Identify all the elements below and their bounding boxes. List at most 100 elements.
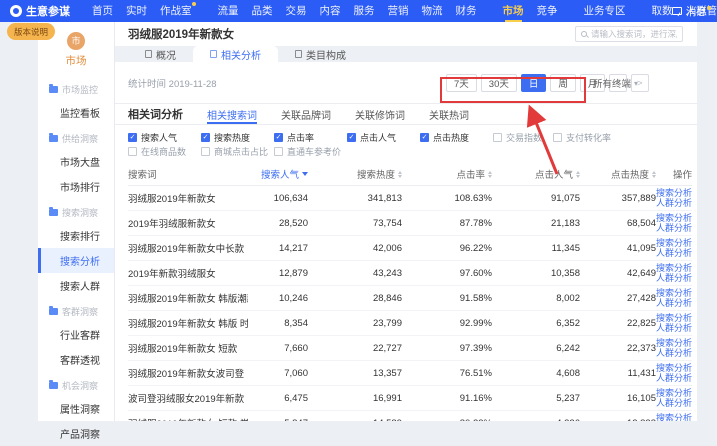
metric-r1-3[interactable]: ✓点击人气 (347, 131, 420, 144)
column-header-4[interactable]: 点击人气 (492, 167, 580, 181)
action-link-1[interactable]: 人群分析 (656, 248, 692, 258)
version-badge[interactable]: 版本说明 (7, 23, 55, 40)
filter-row: 统计时间 2019-11-28 7天30天日周月<> 所有终端 ▾ (115, 62, 697, 104)
nav-item-10[interactable]: 物流 (422, 0, 443, 22)
metric-r1-6[interactable]: 支付转化率 (553, 131, 626, 144)
action-link-0[interactable]: 搜索分析 (656, 213, 692, 223)
action-link-0[interactable]: 搜索分析 (656, 388, 692, 398)
column-header-2[interactable]: 搜索热度 (308, 167, 402, 181)
action-link-0[interactable]: 搜索分析 (656, 338, 692, 348)
table-row-0: 羽绒服2019年新款女106,634341,813108.63%91,07535… (128, 186, 692, 211)
nav-item-1[interactable]: 实时 (126, 0, 147, 22)
cell-actions: 搜索分析人群分析 (656, 263, 692, 284)
metric-row-2: 在线商品数商城点击占比直通车参考价 (128, 144, 684, 158)
sidebar-item-1-1[interactable]: 市场排行 (38, 174, 114, 199)
nav-item-16[interactable]: 业务专区 (584, 0, 626, 22)
nav-item-4[interactable]: 流量 (218, 0, 239, 22)
action-link-1[interactable]: 人群分析 (656, 273, 692, 283)
sidebar-item-3-1[interactable]: 客群透视 (38, 347, 114, 372)
cell-actions: 搜索分析人群分析 (656, 313, 692, 334)
nav-item-8[interactable]: 服务 (354, 0, 375, 22)
tab-0[interactable]: 概况 (128, 46, 193, 62)
nav-item-6[interactable]: 交易 (286, 0, 307, 22)
nav-item-13[interactable]: 市场 (503, 0, 524, 22)
metric-label: 支付转化率 (566, 131, 611, 144)
sidebar-item-3-0[interactable]: 行业客群 (38, 322, 114, 347)
action-link-1[interactable]: 人群分析 (656, 398, 692, 408)
action-link-0[interactable]: 搜索分析 (656, 263, 692, 273)
messages-button[interactable]: 消息 (672, 4, 707, 19)
sidebar-item-4-0[interactable]: 属性洞察 (38, 396, 114, 421)
nav-item-5[interactable]: 品类 (252, 0, 273, 22)
action-link-1[interactable]: 人群分析 (656, 198, 692, 208)
action-link-1[interactable]: 人群分析 (656, 223, 692, 233)
metric-r1-2[interactable]: ✓点击率 (274, 131, 347, 144)
column-header-1[interactable]: 搜索人气 (248, 167, 308, 181)
sidebar-item-2-1[interactable]: 搜索分析 (38, 248, 114, 273)
nav-item-0[interactable]: 首页 (92, 0, 113, 22)
nav-item-11[interactable]: 财务 (456, 0, 477, 22)
sidebar-item-4-1[interactable]: 产品洞察 (38, 421, 114, 446)
subtab-2[interactable]: 关联修饰词 (355, 104, 405, 124)
tab-2[interactable]: 类目构成 (278, 46, 363, 62)
cell-term: 羽绒服2019年新款女波司登 (128, 366, 248, 380)
nav-item-2[interactable]: 作战室 (160, 0, 192, 22)
nav-item-14[interactable]: 竞争 (537, 0, 558, 22)
subtab-1[interactable]: 关联品牌词 (281, 104, 331, 124)
metric-r2-0[interactable]: 在线商品数 (128, 145, 201, 158)
action-link-0[interactable]: 搜索分析 (656, 363, 692, 373)
action-link-1[interactable]: 人群分析 (656, 323, 692, 333)
quick-range-1[interactable]: 30天 (481, 74, 517, 92)
column-header-3[interactable]: 点击率 (402, 167, 492, 181)
page-title: 羽绒服2019年新款女 (128, 26, 234, 42)
metric-r1-4[interactable]: ✓点击热度 (420, 131, 493, 144)
cell-actions: 搜索分析人群分析 (656, 363, 692, 384)
cell-ctr: 87.78% (402, 218, 492, 229)
sidebar-item-2-2[interactable]: 搜索人群 (38, 273, 114, 298)
nav-item-7[interactable]: 内容 (320, 0, 341, 22)
sidebar-item-1-0[interactable]: 市场大盘 (38, 149, 114, 174)
topnav-items: 首页实时作战室流量品类交易内容服务营销物流财务市场竞争业务专区取数人群管理学院 (92, 0, 662, 22)
document-icon (295, 50, 302, 58)
action-link-0[interactable]: 搜索分析 (656, 188, 692, 198)
metric-r2-1[interactable]: 商城点击占比 (201, 145, 274, 158)
page-header: 羽绒服2019年新款女 请输入搜索词，进行深度分析 (115, 22, 697, 46)
subtab-3[interactable]: 关联热词 (429, 104, 469, 124)
app-logo[interactable]: 生意参谋 (10, 3, 70, 19)
metric-r1-0[interactable]: ✓搜索人气 (128, 131, 201, 144)
metric-label: 点击热度 (433, 131, 469, 144)
table-row-8: 波司登羽绒服女2019年新款6,47516,99191.16%5,23716,1… (128, 386, 692, 411)
column-header-0[interactable]: 搜索词 (128, 167, 248, 181)
action-link-1[interactable]: 人群分析 (656, 373, 692, 383)
subtab-0[interactable]: 相关搜索词 (207, 104, 257, 124)
sidebar-item-2-0[interactable]: 搜索排行 (38, 223, 114, 248)
metric-checkboxes: ✓搜索人气✓搜索热度✓点击率✓点击人气✓点击热度交易指数 支付转化率 在线商品数商… (115, 125, 697, 161)
column-header-6[interactable]: 操作 (656, 167, 692, 181)
sidebar-item-0-0[interactable]: 监控看板 (38, 100, 114, 125)
nav-item-18[interactable]: 取数 (652, 0, 673, 22)
column-header-5[interactable]: 点击热度 (580, 167, 656, 181)
granularity-0[interactable]: 日 (521, 74, 547, 92)
action-link-1[interactable]: 人群分析 (656, 348, 692, 358)
granularity-1[interactable]: 周 (550, 74, 576, 92)
metric-label: 交易指数 (506, 131, 542, 144)
cell-click_popularity: 6,242 (492, 343, 580, 354)
metric-r1-5[interactable]: 交易指数 (493, 131, 553, 144)
action-link-0[interactable]: 搜索分析 (656, 288, 692, 298)
metric-r2-2[interactable]: 直通车参考价 (274, 145, 347, 158)
metric-r1-1[interactable]: ✓搜索热度 (201, 131, 274, 144)
sidebar-group-0: 市场监控 (38, 76, 114, 100)
table-row-1: 2019年羽绒服新款女28,52073,75487.78%21,18368,50… (128, 211, 692, 236)
search-input[interactable]: 请输入搜索词，进行深度分析 (575, 26, 683, 42)
column-header-label: 操作 (673, 167, 692, 181)
quick-range-0[interactable]: 7天 (446, 74, 477, 92)
action-link-0[interactable]: 搜索分析 (656, 313, 692, 323)
terminal-select[interactable]: 所有终端 ▾ (593, 76, 638, 90)
tab-1[interactable]: 相关分析 (193, 46, 278, 62)
nav-item-9[interactable]: 营销 (388, 0, 409, 22)
action-link-0[interactable]: 搜索分析 (656, 238, 692, 248)
app-logo-text: 生意参谋 (26, 3, 70, 19)
action-link-1[interactable]: 人群分析 (656, 298, 692, 308)
cell-ctr: 96.22% (402, 243, 492, 254)
action-link-0[interactable]: 搜索分析 (656, 413, 692, 421)
